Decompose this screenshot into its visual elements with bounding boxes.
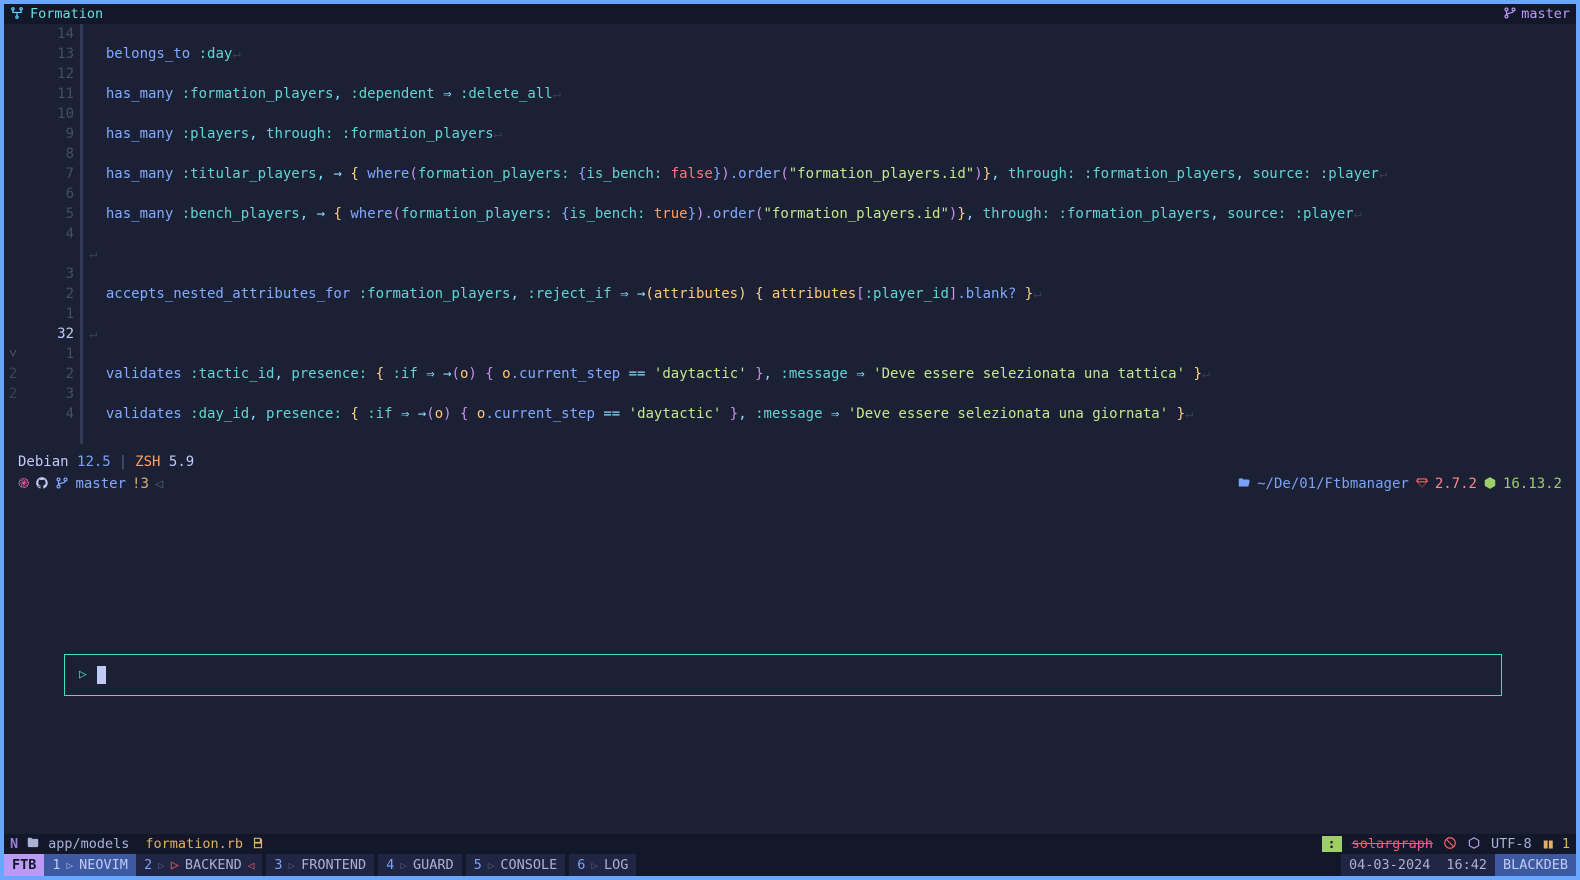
save-icon bbox=[251, 836, 265, 852]
tmux-session[interactable]: FTB bbox=[4, 854, 44, 876]
ruby-icon bbox=[1415, 474, 1429, 494]
term-prompt-left: ֎ master !3 ◁ bbox=[18, 474, 163, 494]
tmux-host: BLACKDEB bbox=[1495, 854, 1576, 876]
editor-winbar: Formation master bbox=[4, 4, 1576, 24]
class-icon bbox=[10, 6, 24, 22]
prompt-cursor bbox=[97, 666, 106, 684]
term-prompt-right: ~/De/01/Ftbmanager 2.7.2 16.13.2 bbox=[1237, 474, 1562, 494]
code-content[interactable]: belongs_to :day↵ has_many :formation_pla… bbox=[83, 24, 1576, 444]
tmux-bar: FTB 1▷NEOVIM 2▷▷BACKEND◁ 3▷FRONTEND 4▷GU… bbox=[4, 854, 1576, 876]
tmux-time: 16:42 bbox=[1438, 854, 1495, 876]
folder-icon bbox=[26, 836, 40, 852]
encoding-icon bbox=[1467, 836, 1481, 852]
prompt-input-box[interactable]: ▷ bbox=[64, 654, 1502, 696]
statusline: N app/models formation.rb : solargraph U… bbox=[4, 834, 1576, 854]
debian-icon: ֎ bbox=[18, 474, 29, 494]
github-icon bbox=[35, 474, 49, 494]
tmux-tab-2[interactable]: 2▷▷BACKEND◁ bbox=[136, 854, 262, 876]
tmux-tab-5[interactable]: 5▷CONSOLE bbox=[466, 854, 566, 876]
tmux-tab-6[interactable]: 6▷LOG bbox=[569, 854, 636, 876]
git-branch-icon bbox=[55, 474, 69, 494]
tmux-tab-1[interactable]: 1▷NEOVIM bbox=[44, 854, 136, 876]
lsp-state: : bbox=[1322, 836, 1342, 852]
sign-column: ˅22 bbox=[4, 24, 22, 444]
cells-icon: ▮▮ bbox=[1542, 836, 1552, 852]
tmux-tab-3[interactable]: 3▷FRONTEND bbox=[266, 854, 374, 876]
line-gutter: 1413121110987654321321234 bbox=[22, 24, 80, 444]
folder-open-icon bbox=[1237, 474, 1251, 494]
class-name: Formation bbox=[30, 6, 103, 22]
code-editor[interactable]: ˅22 1413121110987654321321234 belongs_to… bbox=[4, 24, 1576, 444]
lsp-error-icon bbox=[1443, 836, 1457, 852]
mode-indicator: N bbox=[10, 836, 18, 852]
node-icon bbox=[1483, 474, 1497, 494]
terminal-pane[interactable]: Debian 12.5 | ZSH 5.9 ֎ master !3 ◁ ~/De… bbox=[4, 444, 1576, 834]
tmux-tab-4[interactable]: 4▷GUARD bbox=[378, 854, 461, 876]
tmux-date: 04-03-2024 bbox=[1341, 854, 1438, 876]
prompt-tri-icon: ▷ bbox=[79, 665, 87, 685]
term-banner: Debian 12.5 | ZSH 5.9 bbox=[18, 452, 1562, 472]
branch-name: master bbox=[1521, 6, 1570, 22]
branch-icon bbox=[1503, 6, 1517, 22]
lsp-name: solargraph bbox=[1352, 836, 1433, 852]
